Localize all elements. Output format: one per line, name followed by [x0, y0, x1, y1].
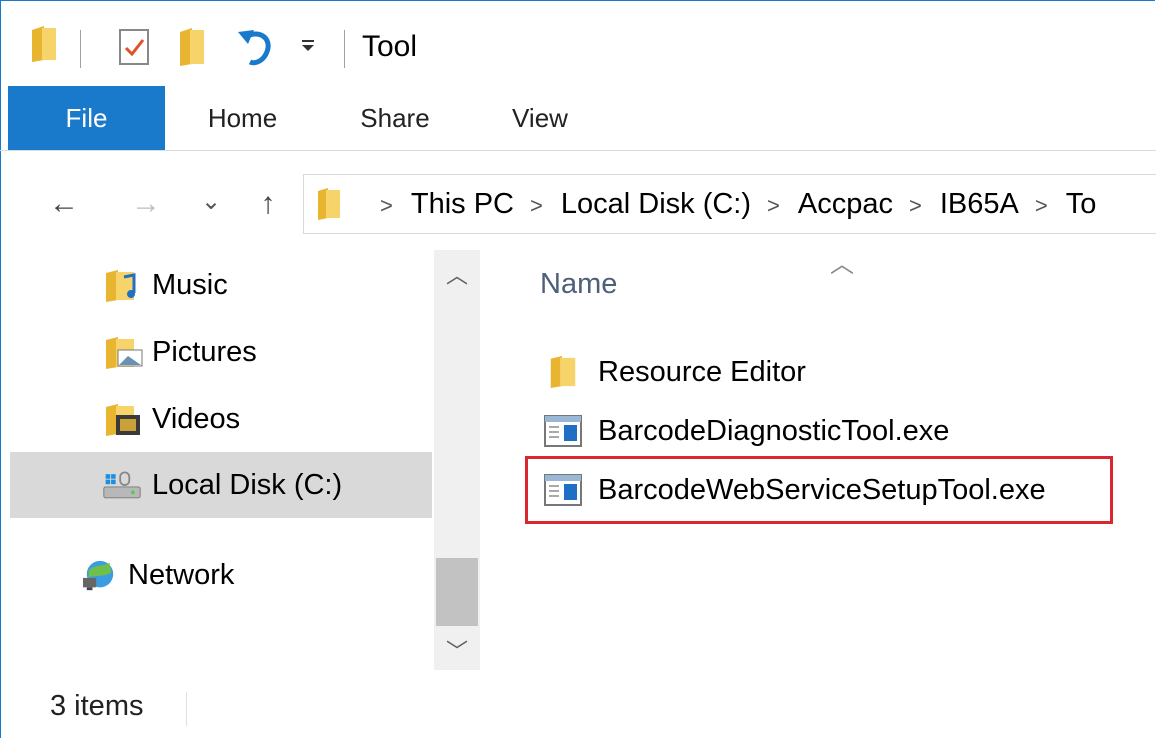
- folder-icon: [318, 188, 340, 220]
- ribbon-tabs: File Home Share View: [0, 86, 1156, 151]
- network-icon: [83, 560, 114, 591]
- nav-item-label: Network: [128, 559, 235, 591]
- tab-view[interactable]: View: [490, 86, 590, 150]
- nav-item-label: Videos: [152, 403, 241, 435]
- nav-item-network[interactable]: Network: [80, 542, 424, 608]
- forward-button[interactable]: →: [124, 184, 168, 224]
- chevron-right-icon[interactable]: >: [530, 177, 543, 235]
- exe-icon: [544, 415, 582, 447]
- toolbar-separator: [80, 30, 81, 68]
- back-button[interactable]: ←: [42, 184, 86, 224]
- nav-item-music[interactable]: Music: [104, 252, 424, 318]
- title-bar: Tool: [0, 0, 1156, 86]
- nav-item-label: Pictures: [152, 336, 257, 368]
- column-header-name[interactable]: Name: [540, 268, 617, 301]
- pictures-folder-icon: [106, 337, 143, 369]
- chevron-right-icon[interactable]: >: [1035, 177, 1048, 235]
- status-item-count: 3 items: [50, 690, 144, 722]
- videos-folder-icon: [106, 404, 140, 436]
- undo-icon[interactable]: [236, 24, 276, 68]
- new-folder-icon[interactable]: [178, 24, 206, 68]
- folder-icon[interactable]: [30, 24, 58, 64]
- breadcrumb: > This PC > Local Disk (C:) > Accpac > IB65A > To: [364, 175, 1096, 233]
- folder-icon: [550, 355, 576, 389]
- breadcrumb-ib65a[interactable]: IB65A: [940, 188, 1019, 220]
- nav-item-pictures[interactable]: Pictures: [104, 319, 424, 385]
- tab-home[interactable]: Home: [185, 86, 300, 150]
- recent-locations-button[interactable]: ⌄: [198, 182, 224, 222]
- file-name: Resource Editor: [598, 356, 806, 388]
- scroll-down-arrow[interactable]: ﹀: [434, 634, 480, 666]
- scroll-up-arrow[interactable]: ︿: [434, 258, 480, 290]
- nav-item-local-disk[interactable]: Local Disk (C:): [10, 452, 432, 518]
- file-row[interactable]: BarcodeDiagnosticTool.exe: [540, 402, 1060, 460]
- tab-file[interactable]: File: [8, 86, 165, 150]
- breadcrumb-accpac[interactable]: Accpac: [798, 188, 893, 220]
- file-row[interactable]: Resource Editor: [540, 343, 940, 401]
- up-button[interactable]: ↑: [246, 184, 290, 224]
- breadcrumb-this-pc[interactable]: This PC: [411, 188, 514, 220]
- chevron-right-icon[interactable]: >: [909, 177, 922, 235]
- scroll-thumb[interactable]: [436, 558, 478, 626]
- address-bar[interactable]: > This PC > Local Disk (C:) > Accpac > IB65A > To: [303, 174, 1156, 234]
- sort-ascending-icon: ︿: [830, 251, 854, 278]
- annotation-highlight-box: [525, 456, 1113, 524]
- tab-share[interactable]: Share: [340, 86, 450, 150]
- nav-item-label: Local Disk (C:): [152, 469, 343, 501]
- toolbar-separator: [344, 30, 345, 68]
- nav-item-videos[interactable]: Videos: [104, 386, 424, 452]
- music-folder-icon: [106, 270, 136, 302]
- chevron-right-icon[interactable]: >: [380, 177, 393, 235]
- nav-pane-scrollbar[interactable]: ︿ ﹀: [434, 250, 480, 670]
- file-name: BarcodeDiagnosticTool.exe: [598, 415, 950, 447]
- breadcrumb-tool[interactable]: To: [1066, 188, 1097, 220]
- customize-dropdown-icon[interactable]: [300, 40, 316, 52]
- nav-item-label: Music: [152, 269, 228, 301]
- chevron-right-icon[interactable]: >: [767, 177, 780, 235]
- status-separator: [186, 692, 187, 726]
- window-title: Tool: [362, 30, 418, 63]
- properties-icon[interactable]: [118, 24, 150, 68]
- local-disk-icon: [103, 471, 141, 499]
- breadcrumb-local-disk[interactable]: Local Disk (C:): [561, 188, 751, 220]
